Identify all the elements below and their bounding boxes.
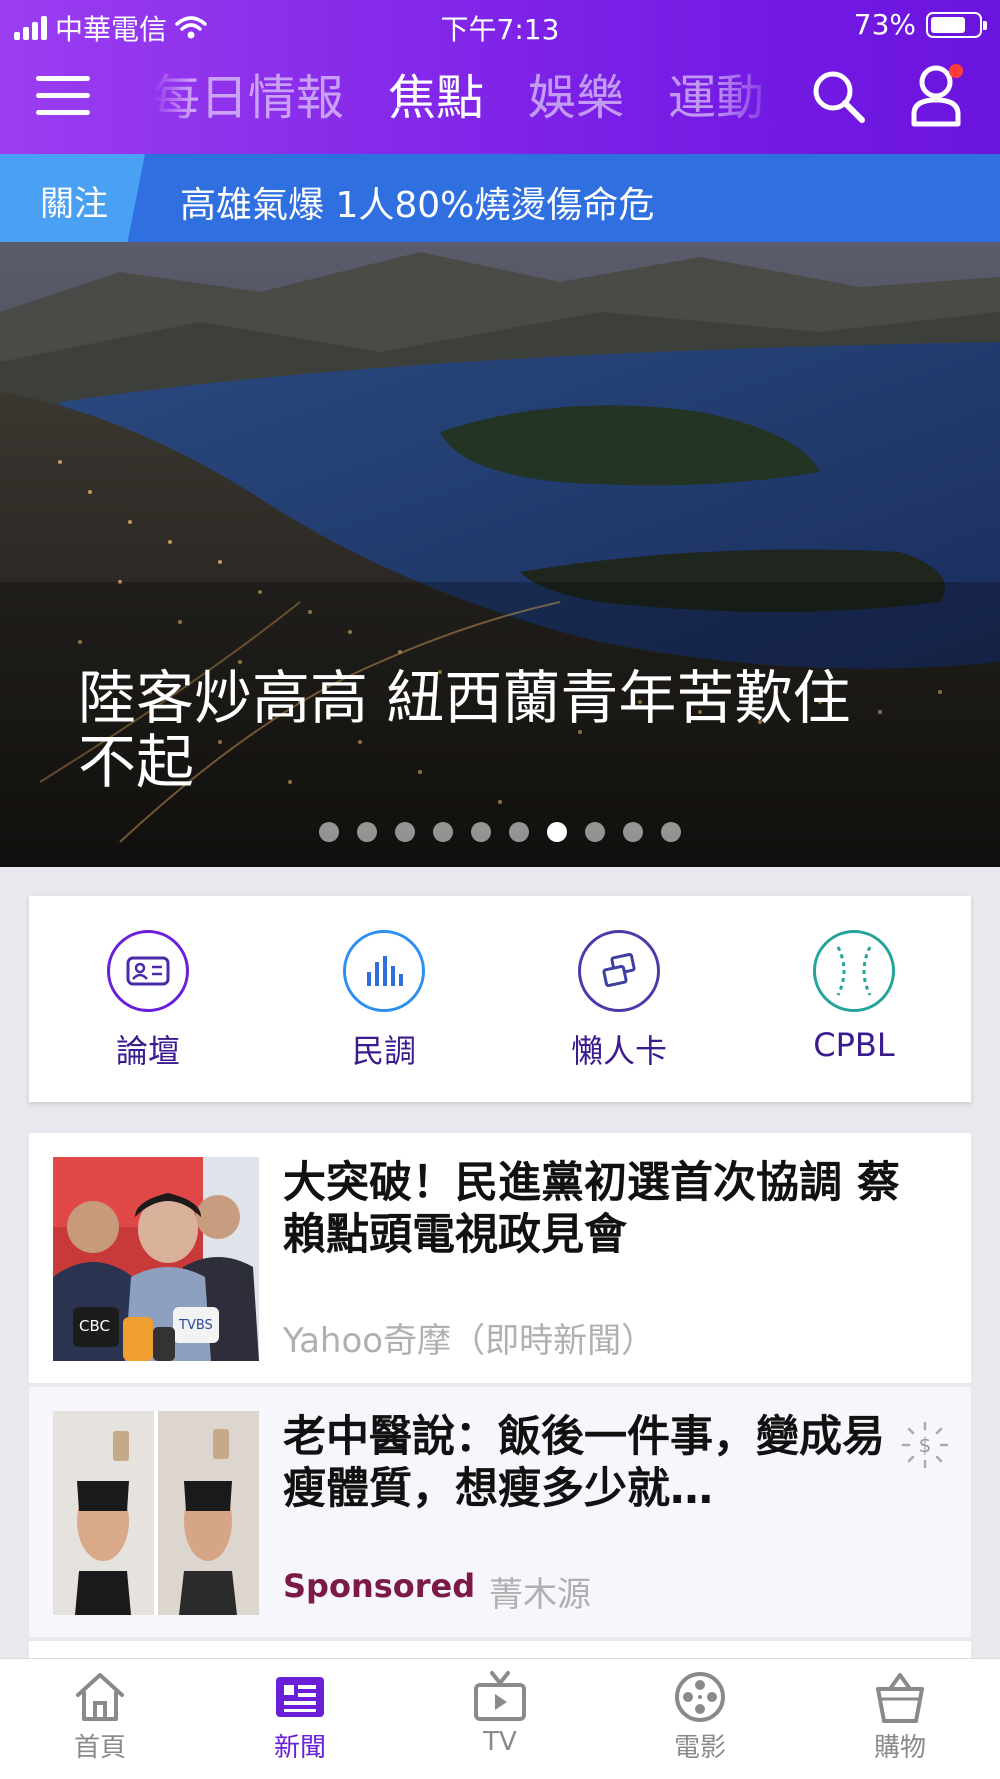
shopping-bag-icon (876, 1673, 924, 1723)
svg-text:$: $ (919, 1433, 932, 1457)
nav-label: 電影 (673, 1733, 726, 1763)
quick-links: 論壇 民調 懶人卡 CPBL (29, 896, 971, 1102)
quick-link-cards[interactable]: 懶人卡 (529, 930, 709, 1072)
ad-thumbnail (53, 1411, 259, 1615)
nav-label: 首頁 (73, 1733, 126, 1763)
quick-link-label: 民調 (351, 1032, 416, 1070)
bottom-nav: 首頁 新聞 TV 電影 購物 (0, 1658, 1000, 1779)
forum-icon (107, 930, 189, 1012)
sponsored-label: Sponsored (283, 1567, 476, 1605)
carousel-dot[interactable] (395, 822, 415, 842)
nav-news[interactable]: 新聞 (240, 1669, 360, 1764)
hero-title[interactable]: 陸客炒高高 紐西蘭青年苦歎住不起 (78, 666, 858, 794)
nav-tv[interactable]: TV (440, 1669, 560, 1757)
sponsored-card[interactable]: 老中醫說：飯後一件事，變成易瘦體質，想瘦多少就… Sponsored 菁木源 $ (29, 1387, 971, 1637)
svg-text:CBC: CBC (79, 1317, 110, 1335)
quick-link-label: 懶人卡 (570, 1032, 667, 1070)
carousel-dot[interactable] (547, 822, 567, 842)
cards-icon (578, 930, 660, 1012)
news-icon (276, 1677, 324, 1717)
tab-entertainment[interactable]: 娛樂 (528, 60, 624, 136)
app-header: 中華電信 下午7:13 73% 每日情報 焦點 娛樂 運動 (0, 0, 1000, 154)
carousel-indicator (0, 822, 1000, 842)
film-reel-icon (675, 1672, 725, 1722)
nav-label: 新聞 (273, 1733, 326, 1763)
status-bar: 中華電信 下午7:13 73% (0, 0, 1000, 50)
ad-info-icon[interactable]: $ (899, 1419, 951, 1471)
battery-percent: 73% (853, 8, 916, 41)
carousel-dot[interactable] (357, 822, 377, 842)
battery-icon (926, 11, 987, 38)
breaking-headline[interactable]: 高雄氣爆 1人80%燒燙傷命危 (180, 176, 654, 228)
nav-label: 購物 (873, 1733, 926, 1763)
hamburger-menu-icon[interactable] (36, 76, 90, 116)
nav-label: TV (483, 1727, 517, 1757)
news-card[interactable]: CBC TVBS 大突破！民進黨初選首次協調 蔡賴點頭電視政見會 Yahoo奇摩… (29, 1133, 971, 1383)
news-headline[interactable]: 大突破！民進黨初選首次協調 蔡賴點頭電視政見會 (283, 1157, 923, 1261)
advertiser-name: 菁木源 (489, 1575, 591, 1615)
search-icon[interactable] (808, 66, 868, 126)
baseball-icon (813, 930, 895, 1012)
carousel-dot[interactable] (471, 822, 491, 842)
tab-sports[interactable]: 運動 (668, 60, 764, 136)
nav-shopping[interactable]: 購物 (840, 1669, 960, 1764)
status-time: 下午7:13 (440, 13, 560, 46)
carousel-dot[interactable] (585, 822, 605, 842)
carousel-dot[interactable] (623, 822, 643, 842)
carousel-dot[interactable] (319, 822, 339, 842)
nav-movies[interactable]: 電影 (640, 1669, 760, 1764)
quick-link-cpbl[interactable]: CPBL (764, 930, 944, 1064)
breaking-tag: 關注 (0, 154, 145, 242)
quick-link-label: CPBL (813, 1026, 895, 1064)
poll-icon (343, 930, 425, 1012)
notification-dot (949, 64, 963, 78)
hero-carousel[interactable]: 陸客炒高高 紐西蘭青年苦歎住不起 (0, 242, 1000, 867)
ad-headline[interactable]: 老中醫說：飯後一件事，變成易瘦體質，想瘦多少就… (283, 1411, 923, 1515)
home-icon (76, 1673, 124, 1721)
tv-icon (474, 1671, 526, 1721)
svg-text:TVBS: TVBS (178, 1318, 213, 1333)
breaking-news-bar[interactable]: 關注 高雄氣爆 1人80%燒燙傷命危 (0, 154, 1000, 242)
tab-daily[interactable]: 每日情報 (152, 60, 344, 136)
quick-link-poll[interactable]: 民調 (294, 930, 474, 1072)
next-card-edge (29, 1641, 971, 1658)
nav-home[interactable]: 首頁 (40, 1669, 160, 1764)
carousel-dot[interactable] (433, 822, 453, 842)
quick-link-forum[interactable]: 論壇 (58, 930, 238, 1072)
tab-focus[interactable]: 焦點 (388, 60, 484, 136)
quick-link-label: 論壇 (115, 1032, 180, 1070)
carousel-dot[interactable] (509, 822, 529, 842)
carousel-dot[interactable] (661, 822, 681, 842)
category-tabs: 每日情報 焦點 娛樂 運動 (152, 60, 784, 136)
news-source: Yahoo奇摩（即時新聞） (283, 1321, 656, 1361)
news-thumbnail: CBC TVBS (53, 1157, 259, 1361)
